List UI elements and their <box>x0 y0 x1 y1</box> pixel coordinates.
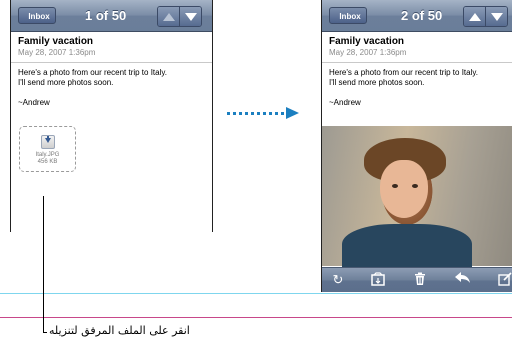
arrow-up-icon <box>468 12 481 21</box>
inbox-back-button[interactable]: Inbox <box>18 7 56 24</box>
message-counter: 2 of 50 <box>401 8 443 23</box>
message-nav-segmented-control <box>157 6 202 27</box>
next-message-button[interactable] <box>179 7 201 26</box>
email-header: Family vacation May 28, 2007 1:36pm <box>322 31 512 63</box>
attachment-name: Italy.JPG <box>35 152 60 158</box>
download-icon <box>40 135 55 149</box>
message-counter: 1 of 50 <box>85 8 127 23</box>
left-phone-screen: Inbox 1 of 50 Family vacation May 28, 20… <box>10 0 213 232</box>
email-date: May 28, 2007 1:36pm <box>18 48 96 57</box>
arrow-down-icon <box>490 12 503 21</box>
email-signature: ~Andrew <box>18 98 50 107</box>
email-body: Here's a photo from our recent trip to I… <box>18 68 206 88</box>
right-phone-screen: Inbox 2 of 50 Family vacation May 28, 20… <box>321 0 512 292</box>
email-body-line: Here's a photo from our recent trip to I… <box>18 68 167 77</box>
navigation-bar: Inbox 1 of 50 <box>11 0 212 32</box>
email-signature: ~Andrew <box>329 98 361 107</box>
email-body-line: I'll send more photos soon. <box>329 78 425 87</box>
trash-icon[interactable] <box>412 272 428 288</box>
message-nav-segmented-control <box>463 6 508 27</box>
inbox-back-button[interactable]: Inbox <box>329 7 367 24</box>
arrow-up-icon <box>162 12 175 21</box>
mail-toolbar: ↻ <box>322 267 512 292</box>
attachment-placeholder[interactable]: Italy.JPG 456 KB <box>19 126 76 172</box>
email-subject: Family vacation <box>329 36 405 47</box>
cyan-guide-line <box>0 293 512 294</box>
email-date: May 28, 2007 1:36pm <box>329 48 407 57</box>
pink-guide-line <box>0 317 512 318</box>
arrow-head-icon <box>286 107 299 119</box>
arrow-down-icon <box>184 12 197 21</box>
compose-icon[interactable] <box>497 272 512 288</box>
email-header: Family vacation May 28, 2007 1:36pm <box>11 31 212 63</box>
previous-message-button[interactable] <box>158 7 179 26</box>
refresh-icon[interactable]: ↻ <box>330 272 346 288</box>
email-subject: Family vacation <box>18 36 94 47</box>
email-body-line: Here's a photo from our recent trip to I… <box>329 68 478 77</box>
callout-leader-tick <box>43 332 47 333</box>
email-body: Here's a photo from our recent trip to I… <box>329 68 507 88</box>
next-message-button[interactable] <box>485 7 507 26</box>
attachment-size: 456 KB <box>37 159 58 165</box>
dotted-arrow-line <box>227 112 284 115</box>
callout-caption: انقر على الملف المرفق لتنزيله <box>49 324 190 337</box>
navigation-bar: Inbox 2 of 50 <box>322 0 512 32</box>
move-to-folder-icon[interactable] <box>370 272 386 288</box>
email-body-line: I'll send more photos soon. <box>18 78 114 87</box>
attached-photo[interactable] <box>322 126 512 274</box>
previous-message-button[interactable] <box>464 7 485 26</box>
reply-icon[interactable] <box>455 272 471 288</box>
callout-leader-line <box>43 196 44 333</box>
